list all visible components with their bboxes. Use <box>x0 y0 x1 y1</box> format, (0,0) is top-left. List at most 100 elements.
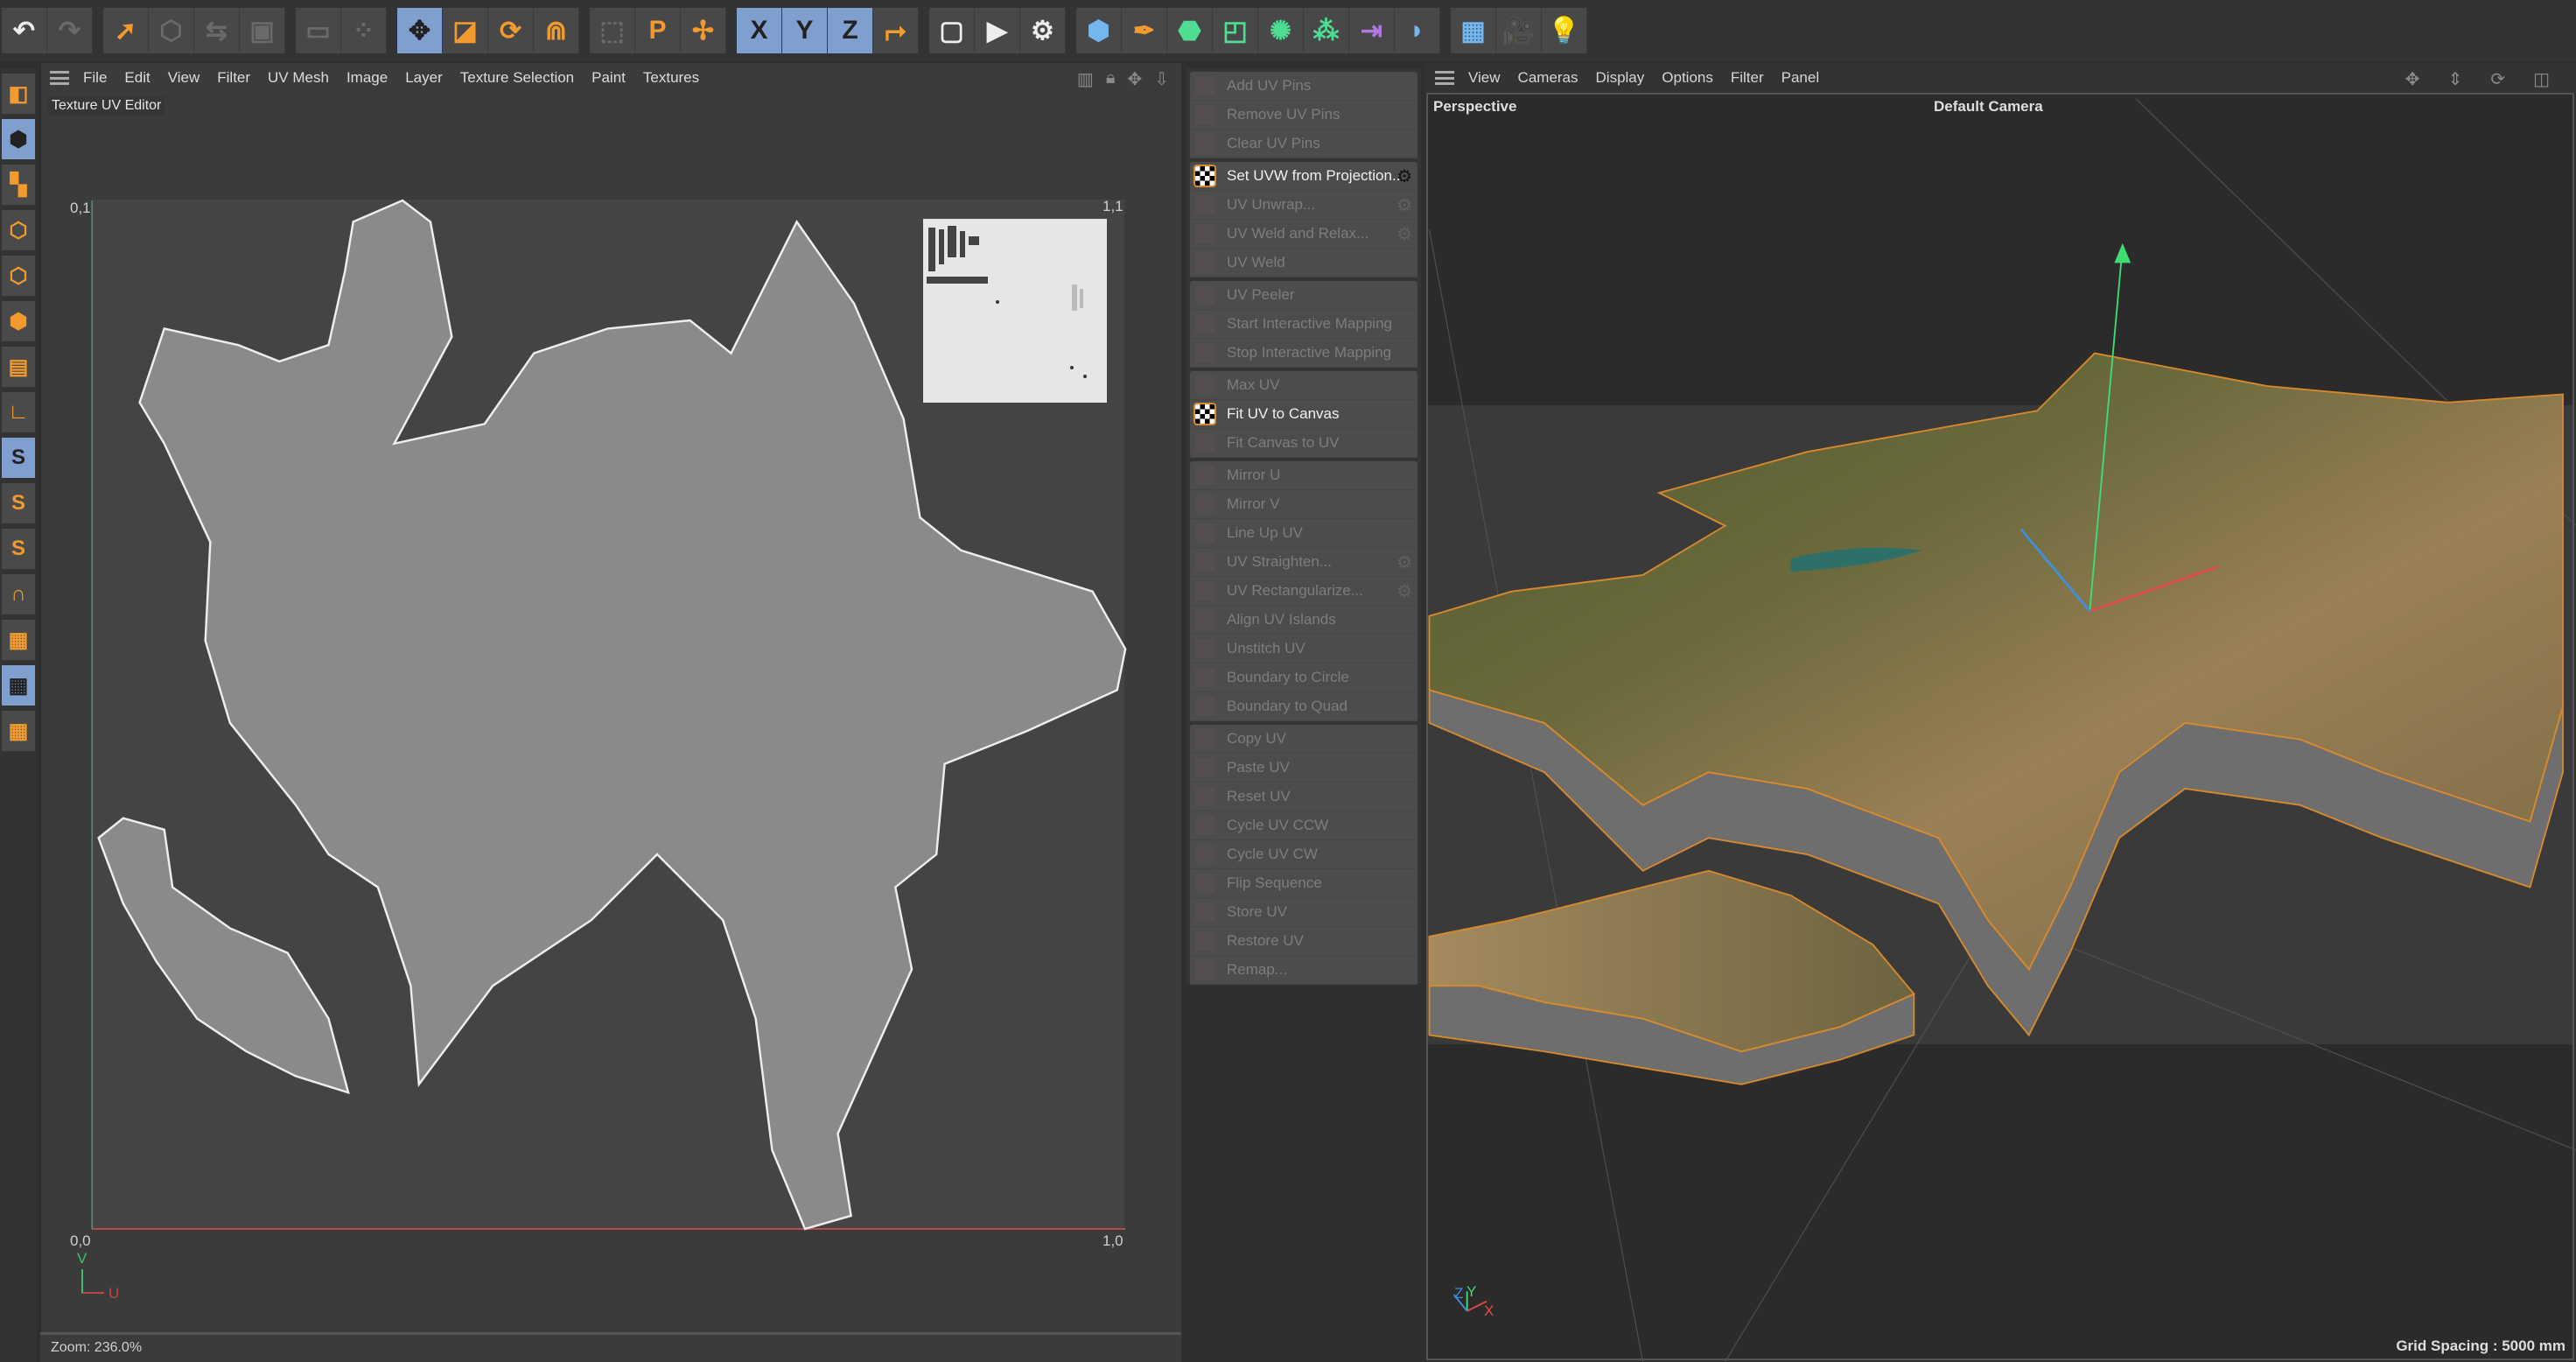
coordinate-system-button[interactable]: ⮣ <box>873 8 919 53</box>
command-boundary-to-quad[interactable]: Boundary to Quad <box>1190 692 1418 721</box>
move-tool-button[interactable]: ✥ <box>397 8 443 53</box>
menu-panel[interactable]: Panel <box>1782 69 1819 87</box>
menu-filter[interactable]: Filter <box>217 69 250 87</box>
gear-icon[interactable]: ⚙ <box>1396 580 1412 602</box>
dolly-view-icon[interactable]: ⇕ <box>2448 68 2463 90</box>
uv-points-icon[interactable]: ▦ <box>2 665 35 706</box>
command-remove-uv-pins[interactable]: Remove UV Pins <box>1190 101 1418 130</box>
command-start-interactive-mapping[interactable]: Start Interactive Mapping <box>1190 310 1418 339</box>
histogram-icon[interactable]: ▥ <box>1077 68 1094 90</box>
command-cycle-uv-cw[interactable]: Cycle UV CW <box>1190 840 1418 869</box>
selection-frame-button[interactable]: ⬚ <box>590 8 635 53</box>
render-settings-button[interactable]: ⚙ <box>1020 8 1066 53</box>
texture-mode-icon[interactable]: ▚ <box>2 165 35 205</box>
redo-button[interactable]: ↷ <box>47 8 93 53</box>
lock-icon[interactable]: 🔒︎ <box>1106 68 1116 90</box>
command-fit-uv-to-canvas[interactable]: Fit UV to Canvas <box>1190 400 1418 429</box>
menu-paint[interactable]: Paint <box>592 69 626 87</box>
menu-textures[interactable]: Textures <box>643 69 699 87</box>
menu-view[interactable]: View <box>168 69 200 87</box>
arrange-button[interactable]: ▭ <box>296 8 341 53</box>
command-paste-uv[interactable]: Paste UV <box>1190 754 1418 783</box>
select-tool-button[interactable]: ➚ <box>103 8 149 53</box>
pen-spline-button[interactable]: ✒ <box>1122 8 1167 53</box>
gear-icon[interactable]: ⚙ <box>1396 194 1412 216</box>
gear-icon[interactable]: ⚙ <box>1396 551 1412 573</box>
command-uv-unwrap[interactable]: UV Unwrap...⚙ <box>1190 191 1418 220</box>
transform-swap-button[interactable]: ⇆ <box>194 8 240 53</box>
menu-options[interactable]: Options <box>1662 69 1713 87</box>
gear-icon[interactable]: ⚙ <box>1396 165 1412 187</box>
subdivision-button[interactable]: ⬣ <box>1167 8 1213 53</box>
orbit-view-icon[interactable]: ⟳ <box>2490 68 2505 90</box>
command-clear-uv-pins[interactable]: Clear UV Pins <box>1190 130 1418 158</box>
3d-viewport[interactable]: Perspective Default Camera Grid Spacing … <box>1426 93 2574 1360</box>
uv-polygons-icon[interactable]: ▦ <box>2 620 35 660</box>
extrude-button[interactable]: ◰ <box>1213 8 1258 53</box>
gear-icon[interactable]: ⚙ <box>1396 223 1412 245</box>
hamburger-menu-icon[interactable] <box>1435 71 1454 85</box>
snap-s3-icon[interactable]: S <box>2 529 35 569</box>
menu-view[interactable]: View <box>1468 69 1501 87</box>
axis-move-button[interactable]: ✢ <box>681 8 726 53</box>
command-uv-weld[interactable]: UV Weld <box>1190 249 1418 277</box>
snap-s-icon[interactable]: S <box>2 438 35 478</box>
uv-edges-icon[interactable]: ▦ <box>2 711 35 751</box>
model-mode-icon[interactable]: ◧ <box>2 74 35 114</box>
command-set-uvw-from-projection[interactable]: Set UVW from Projection...⚙ <box>1190 162 1418 191</box>
scale-tool-button[interactable]: ◪ <box>443 8 488 53</box>
menu-filter[interactable]: Filter <box>1731 69 1764 87</box>
command-max-uv[interactable]: Max UV <box>1190 371 1418 400</box>
command-boundary-to-circle[interactable]: Boundary to Circle <box>1190 663 1418 692</box>
psr-reset-button[interactable]: P <box>635 8 681 53</box>
points-mode-icon[interactable]: ⬡ <box>2 210 35 250</box>
command-reset-uv[interactable]: Reset UV <box>1190 783 1418 811</box>
render-view-button[interactable]: ▢ <box>929 8 975 53</box>
axis-mode-icon[interactable]: ∟ <box>2 392 35 432</box>
light-bulb-button[interactable]: 💡 <box>1542 8 1587 53</box>
menu-edit[interactable]: Edit <box>124 69 150 87</box>
pan-icon[interactable]: ✥ <box>1127 68 1142 90</box>
uv-mode-icon[interactable]: ▤ <box>2 347 35 387</box>
field-button[interactable]: ⇥ <box>1349 8 1395 53</box>
command-fit-canvas-to-uv[interactable]: Fit Canvas to UV <box>1190 429 1418 458</box>
render-picture-viewer-button[interactable]: ▶ <box>975 8 1020 53</box>
menu-display[interactable]: Display <box>1596 69 1645 87</box>
x-axis-lock-button[interactable]: X <box>737 8 782 53</box>
command-cycle-uv-ccw[interactable]: Cycle UV CCW <box>1190 811 1418 840</box>
polygons-mode-icon[interactable]: ⬢ <box>2 301 35 341</box>
bend-deformer-button[interactable]: ◗ <box>1395 8 1440 53</box>
pan-view-icon[interactable]: ✥ <box>2405 68 2420 90</box>
command-uv-peeler[interactable]: UV Peeler <box>1190 281 1418 310</box>
floor-plane-button[interactable]: ▦ <box>1451 8 1496 53</box>
snap-magnet-button[interactable]: ⋒ <box>534 8 579 53</box>
command-unstitch-uv[interactable]: Unstitch UV <box>1190 635 1418 663</box>
snap-s2-icon[interactable]: S <box>2 483 35 523</box>
menu-uv-mesh[interactable]: UV Mesh <box>268 69 329 87</box>
camera-label[interactable]: Default Camera <box>1934 98 2043 116</box>
magnet-icon[interactable]: ∩ <box>2 574 35 614</box>
grid-points-button[interactable]: ⁘ <box>341 8 387 53</box>
menu-image[interactable]: Image <box>346 69 388 87</box>
command-uv-weld-and-relax[interactable]: UV Weld and Relax...⚙ <box>1190 220 1418 249</box>
menu-layer[interactable]: Layer <box>405 69 443 87</box>
cloner-button[interactable]: ⁂ <box>1304 8 1349 53</box>
box-select-button[interactable]: ⬡ <box>149 8 194 53</box>
command-align-uv-islands[interactable]: Align UV Islands <box>1190 606 1418 635</box>
menu-file[interactable]: File <box>83 69 107 87</box>
command-mirror-u[interactable]: Mirror U <box>1190 461 1418 490</box>
y-axis-lock-button[interactable]: Y <box>782 8 828 53</box>
undo-button[interactable]: ↶ <box>2 8 47 53</box>
z-axis-lock-button[interactable]: Z <box>828 8 873 53</box>
zoom-icon[interactable]: ⇩ <box>1154 68 1169 90</box>
maximize-view-icon[interactable]: ◫ <box>2533 68 2550 90</box>
command-stop-interactive-mapping[interactable]: Stop Interactive Mapping <box>1190 339 1418 368</box>
deformer-points-button[interactable]: ✺ <box>1258 8 1304 53</box>
hamburger-menu-icon[interactable] <box>50 71 69 85</box>
align-button[interactable]: ▣ <box>240 8 285 53</box>
command-line-up-uv[interactable]: Line Up UV <box>1190 519 1418 548</box>
command-copy-uv[interactable]: Copy UV <box>1190 725 1418 754</box>
command-remap[interactable]: Remap... <box>1190 956 1418 985</box>
command-store-uv[interactable]: Store UV <box>1190 898 1418 927</box>
command-uv-straighten[interactable]: UV Straighten...⚙ <box>1190 548 1418 577</box>
